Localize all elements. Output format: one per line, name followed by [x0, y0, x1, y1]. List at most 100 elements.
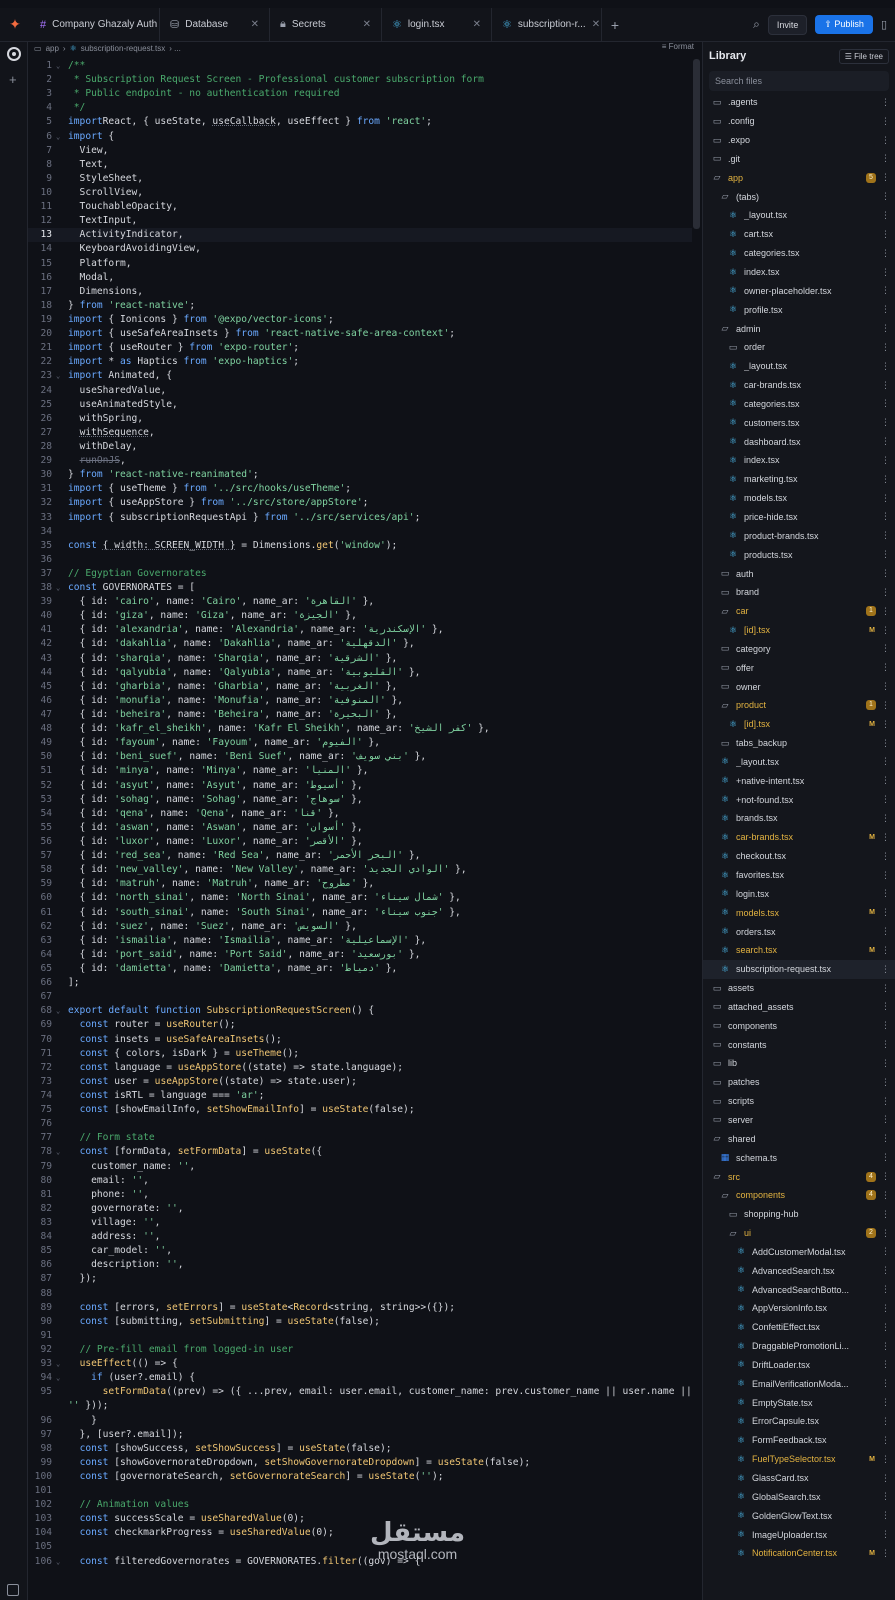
code-line[interactable]: 73 const user = useAppStore((state) => s… [28, 1075, 692, 1089]
code-line[interactable]: 27 withSequence, [28, 426, 692, 440]
fold-chevron-icon[interactable]: ⌄ [56, 1145, 60, 1159]
code-line[interactable]: 5 importReact, { useState, useCallback, u… [28, 115, 692, 129]
tree-file[interactable]: ⚛ ErrorCapsule.tsx ⋮ [703, 1412, 895, 1431]
tree-folder[interactable]: ▭ brand ⋮ [703, 583, 895, 602]
code-line[interactable]: 82 governorate: '', [28, 1202, 692, 1216]
app-logo-icon[interactable]: ✦ [0, 16, 30, 33]
search-icon[interactable]: ⌕ [753, 17, 760, 32]
more-options-icon[interactable]: ⋮ [881, 191, 890, 202]
more-options-icon[interactable]: ⋮ [881, 700, 890, 711]
tree-folder[interactable]: ▭ components ⋮ [703, 1016, 895, 1035]
code-line[interactable]: 24 useSharedValue, [28, 384, 692, 398]
tree-file[interactable]: ⚛ [id].tsx M ⋮ [703, 715, 895, 734]
code-line[interactable]: 36 [28, 553, 692, 567]
code-line[interactable]: 31 import { useTheme } from '../src/hooks… [28, 482, 692, 496]
more-options-icon[interactable]: ⋮ [881, 493, 890, 504]
more-options-icon[interactable]: ⋮ [881, 455, 890, 466]
tree-file[interactable]: ⚛ categories.tsx ⋮ [703, 395, 895, 414]
tree-folder[interactable]: ▭ .expo ⋮ [703, 131, 895, 150]
code-line[interactable]: 48 { id: 'kafr_el_sheikh', name: 'Kafr E… [28, 722, 692, 736]
tree-folder[interactable]: ▱ car 1 ⋮ [703, 602, 895, 621]
panel-toggle-icon[interactable]: ▯ [881, 18, 887, 31]
tree-file[interactable]: ⚛ cart.tsx ⋮ [703, 225, 895, 244]
code-line[interactable]: 93 ⌄ useEffect(() => { [28, 1357, 692, 1371]
tree-folder[interactable]: ▭ auth ⋮ [703, 564, 895, 583]
tree-file[interactable]: ⚛ _layout.tsx ⋮ [703, 206, 895, 225]
code-line[interactable]: 46 { id: 'monufia', name: 'Monufia', nam… [28, 694, 692, 708]
more-options-icon[interactable]: ⋮ [881, 210, 890, 221]
tree-folder[interactable]: ▭ constants ⋮ [703, 1035, 895, 1054]
tree-file[interactable]: ⚛ AdvancedSearchBotto... ⋮ [703, 1280, 895, 1299]
tree-file[interactable]: ⚛ +native-intent.tsx ⋮ [703, 771, 895, 790]
fold-chevron-icon[interactable]: ⌄ [56, 581, 60, 595]
more-options-icon[interactable]: ⋮ [881, 511, 890, 522]
fold-chevron-icon[interactable]: ⌄ [56, 369, 60, 383]
tree-file[interactable]: ⚛ DraggablePromotionLi... ⋮ [703, 1337, 895, 1356]
code-line[interactable]: 41 { id: 'alexandria', name: 'Alexandria… [28, 623, 692, 637]
more-options-icon[interactable]: ⋮ [881, 116, 890, 127]
tree-file[interactable]: ⚛ AddCustomerModal.tsx ⋮ [703, 1242, 895, 1261]
layout-icon[interactable] [7, 1584, 19, 1596]
tree-file[interactable]: ⚛ price-hide.tsx ⋮ [703, 508, 895, 527]
more-options-icon[interactable]: ⋮ [881, 172, 890, 183]
more-options-icon[interactable]: ⋮ [881, 530, 890, 541]
more-options-icon[interactable]: ⋮ [881, 719, 890, 730]
more-options-icon[interactable]: ⋮ [881, 1190, 890, 1201]
code-line[interactable]: 19 import { Ionicons } from '@expo/vector… [28, 313, 692, 327]
tree-file[interactable]: ⚛ NotificationCenter.tsx M ⋮ [703, 1544, 895, 1563]
more-options-icon[interactable]: ⋮ [881, 756, 890, 767]
code-line[interactable]: 22 import * as Haptics from 'expo-haptics… [28, 355, 692, 369]
more-options-icon[interactable]: ⋮ [881, 832, 890, 843]
code-line[interactable]: 99 const [showGovernorateDropdown, setSh… [28, 1456, 692, 1470]
breadcrumb-more[interactable]: › ... [169, 44, 181, 53]
tab-database[interactable]: ⛁ Database ✕ [160, 7, 270, 42]
code-line[interactable]: 64 { id: 'port_said', name: 'Port Said',… [28, 948, 692, 962]
more-options-icon[interactable]: ⋮ [881, 1001, 890, 1012]
add-icon[interactable]: + [9, 72, 17, 87]
more-options-icon[interactable]: ⋮ [881, 1152, 890, 1163]
tree-file[interactable]: ⚛ checkout.tsx ⋮ [703, 847, 895, 866]
code-line[interactable]: 43 { id: 'sharqia', name: 'Sharqia', nam… [28, 652, 692, 666]
code-line[interactable]: 87 }); [28, 1272, 692, 1286]
code-line[interactable]: 32 import { useAppStore } from '../src/st… [28, 496, 692, 510]
code-line[interactable]: 89 const [errors, setErrors] = useState<… [28, 1301, 692, 1315]
more-options-icon[interactable]: ⋮ [881, 568, 890, 579]
tree-folder[interactable]: ▭ .git ⋮ [703, 150, 895, 169]
tree-file[interactable]: ⚛ ImageUploader.tsx ⋮ [703, 1525, 895, 1544]
more-options-icon[interactable]: ⋮ [881, 662, 890, 673]
code-line[interactable]: 61 { id: 'south_sinai', name: 'South Sin… [28, 906, 692, 920]
code-line[interactable]: 55 { id: 'aswan', name: 'Aswan', name_ar… [28, 821, 692, 835]
code-line[interactable]: 98 const [showSuccess, setShowSuccess] =… [28, 1442, 692, 1456]
tree-folder[interactable]: ▭ offer ⋮ [703, 658, 895, 677]
tree-file[interactable]: ⚛ _layout.tsx ⋮ [703, 357, 895, 376]
tree-file[interactable]: ⚛ index.tsx ⋮ [703, 263, 895, 282]
more-options-icon[interactable]: ⋮ [881, 907, 890, 918]
more-options-icon[interactable]: ⋮ [881, 474, 890, 485]
code-line[interactable]: 6 ⌄ import { [28, 130, 692, 144]
format-button[interactable]: ≡ Format [662, 42, 694, 51]
code-line[interactable]: 34 [28, 525, 692, 539]
tab-company-ghazaly-auth[interactable]: # Company Ghazaly Auth [30, 7, 160, 42]
code-line[interactable]: 71 const { colors, isDark } = useTheme()… [28, 1047, 692, 1061]
code-line[interactable]: 23 ⌄ import Animated, { [28, 369, 692, 383]
more-options-icon[interactable]: ⋮ [881, 945, 890, 956]
tree-file[interactable]: ⚛ _layout.tsx ⋮ [703, 753, 895, 772]
invite-button[interactable]: Invite [767, 14, 808, 35]
tree-file[interactable]: ⚛ index.tsx ⋮ [703, 451, 895, 470]
more-options-icon[interactable]: ⋮ [881, 1133, 890, 1144]
code-line[interactable]: 101 [28, 1484, 692, 1498]
code-line[interactable]: 52 { id: 'asyut', name: 'Asyut', name_ar… [28, 779, 692, 793]
more-options-icon[interactable]: ⋮ [881, 549, 890, 560]
code-line[interactable]: 13 ActivityIndicator, [28, 228, 692, 243]
more-options-icon[interactable]: ⋮ [881, 738, 890, 749]
code-line[interactable]: '' })); [28, 1399, 692, 1413]
code-line[interactable]: 2 * Subscription Request Screen - Profes… [28, 73, 692, 87]
more-options-icon[interactable]: ⋮ [881, 1397, 890, 1408]
tab-secrets[interactable]: 🔒︎ Secrets ✕ [270, 7, 382, 42]
fold-chevron-icon[interactable]: ⌄ [56, 1555, 60, 1569]
tree-folder[interactable]: ▱ src 4 ⋮ [703, 1167, 895, 1186]
more-options-icon[interactable]: ⋮ [881, 1548, 890, 1559]
tree-file[interactable]: ⚛ GoldenGlowText.tsx ⋮ [703, 1506, 895, 1525]
code-line[interactable]: 85 car_model: '', [28, 1244, 692, 1258]
more-options-icon[interactable]: ⋮ [881, 1491, 890, 1502]
